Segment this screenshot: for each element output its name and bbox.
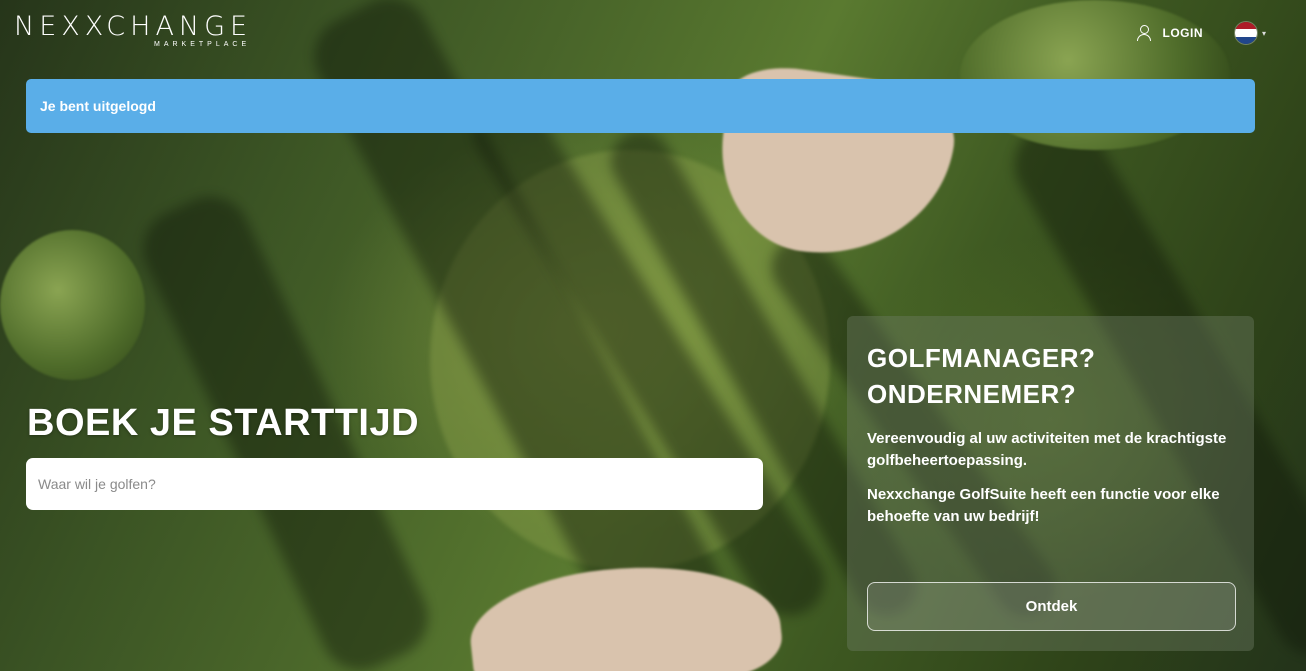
- logo-subtext: MARKETPLACE: [154, 41, 251, 48]
- promo-panel: GOLFMANAGER? ONDERNEMER? Vereenvoudig al…: [847, 316, 1254, 651]
- promo-title-line1: GOLFMANAGER?: [867, 343, 1096, 373]
- alert-message: Je bent uitgelogd: [40, 98, 156, 114]
- top-navigation: LOGIN ▾: [1136, 22, 1266, 44]
- course-search-input[interactable]: [26, 458, 763, 510]
- chevron-down-icon[interactable]: ▾: [1262, 29, 1266, 38]
- promo-title-line2: ONDERNEMER?: [867, 379, 1077, 409]
- login-link[interactable]: LOGIN: [1162, 26, 1203, 40]
- logo-text: NEXXCHANGE: [14, 11, 253, 42]
- hero-title: BOEK JE STARTTIJD: [27, 402, 420, 444]
- logout-alert: Je bent uitgelogd: [26, 79, 1255, 133]
- promo-text-1: Vereenvoudig al uw activiteiten met de k…: [867, 430, 1227, 469]
- brand-logo[interactable]: NEXXCHANGE MARKETPLACE: [14, 12, 252, 52]
- netherlands-flag-icon[interactable]: [1234, 22, 1257, 44]
- promo-text-2: Nexxchange GolfSuite heeft een functie v…: [867, 486, 1220, 525]
- discover-button[interactable]: Ontdek: [867, 582, 1236, 631]
- user-icon[interactable]: [1136, 25, 1152, 41]
